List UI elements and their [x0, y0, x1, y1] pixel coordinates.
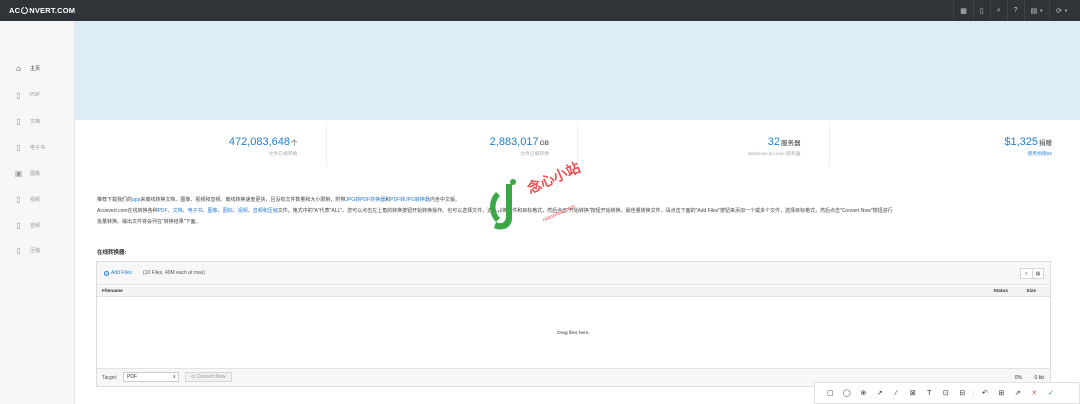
top-navigation-bar: AC NVERT.COM ▦ ▯ ⌕ ? ▤ ▼ ⟳ ▼: [0, 0, 1080, 21]
convert-now-button[interactable]: ⊙ Convert Now: [185, 372, 232, 382]
grid-icon[interactable]: ▦: [953, 0, 973, 21]
bookmark-icon[interactable]: ▯: [972, 0, 990, 21]
ellipse-tool-icon[interactable]: ◯: [839, 389, 856, 397]
pdf-to-jpg-link[interactable]: PDF转JPG转换器: [390, 197, 430, 203]
logo-text-right: NVERT.COM: [29, 6, 76, 15]
pen-tool-icon[interactable]: ⁄: [888, 390, 905, 397]
site-logo[interactable]: AC NVERT.COM: [0, 6, 75, 15]
home-icon: ⌂: [16, 63, 21, 73]
video-link[interactable]: 视频: [238, 208, 248, 214]
image-link[interactable]: 图像: [208, 208, 218, 214]
crop-tool-icon[interactable]: ⊟: [954, 389, 971, 397]
grid-view-icon[interactable]: ▦: [1032, 269, 1043, 278]
total-size: 0 kb: [1034, 375, 1044, 381]
converter-title: 在线转换器:: [97, 250, 127, 256]
pdf-link[interactable]: PDF: [158, 208, 168, 214]
save-icon[interactable]: ⊞: [993, 389, 1010, 397]
target-format-select[interactable]: PDF ⬍: [123, 372, 179, 382]
language-icon[interactable]: ▤ ▼: [1023, 0, 1050, 21]
watermark-logo-icon: [490, 179, 516, 230]
document-icon: ▯: [16, 116, 21, 126]
document-link[interactable]: 文档: [173, 208, 183, 214]
sidebar-item-video[interactable]: ▯ 视频: [0, 186, 75, 212]
target-label: Target:: [102, 375, 118, 381]
sidebar-item-audio[interactable]: ▯ 音频: [0, 212, 75, 238]
share-icon[interactable]: ⇗: [1010, 389, 1027, 397]
sidebar-item-archive[interactable]: ▯ 压缩: [0, 237, 75, 263]
image-icon: ▣: [14, 168, 23, 178]
column-size: Size: [1026, 289, 1036, 294]
rectangle-tool-icon[interactable]: ▢: [822, 389, 839, 397]
column-status: Status: [993, 289, 1008, 294]
archive-icon: ▯: [16, 245, 21, 255]
add-files-hint: (10 Files, 40M each at max): [143, 270, 205, 276]
jpg-to-pdf-link[interactable]: JPG转PDF转换器: [345, 197, 385, 203]
audio-archive-link[interactable]: 音频和压缩: [253, 208, 278, 214]
list-view-icon[interactable]: ≡: [1021, 269, 1032, 278]
file-drop-zone[interactable]: Drag files here.: [97, 298, 1050, 369]
progress-percent: 0%: [1014, 375, 1022, 381]
converter-panel: + Add Files (10 Files, 40M each at max) ≡…: [96, 261, 1051, 387]
undo-icon[interactable]: ↶: [977, 389, 994, 397]
sidebar-item-image[interactable]: ▣ 图像: [0, 160, 75, 186]
converter-toolbar: + Add Files (10 Files, 40M each at max) ≡…: [97, 262, 1050, 285]
stat-donations[interactable]: $1,325捐赠 使用捐赠$5: [830, 123, 1080, 167]
audio-icon: ▯: [16, 220, 21, 230]
ebook-link[interactable]: 电子书: [188, 208, 203, 214]
logo-o-icon: [21, 6, 29, 14]
stat-files-converted: 472,083,648个 文件已被转换: [75, 123, 327, 167]
sidebar-item-home[interactable]: ⌂ 主页: [0, 55, 75, 81]
column-filename: Filename: [102, 289, 123, 294]
sidebar-item-document[interactable]: ▯ 文档: [0, 108, 75, 134]
search-icon[interactable]: ⌕: [989, 0, 1007, 21]
logo-text-left: AC: [9, 6, 21, 15]
file-table-header: Filename Status Size: [97, 286, 1050, 297]
top-icon-group: ▦ ▯ ⌕ ? ▤ ▼ ⟳ ▼: [953, 0, 1074, 21]
mosaic-tool-icon[interactable]: ⊠: [905, 389, 922, 397]
pin-tool-icon[interactable]: ⊡: [938, 389, 955, 397]
icon-link[interactable]: 图标: [223, 208, 233, 214]
select-arrow-icon: ⬍: [172, 374, 176, 379]
watermark: 念心小站 nianxinxz.com: [486, 159, 606, 254]
add-files-button[interactable]: + Add Files: [104, 270, 132, 276]
sidebar-item-pdf[interactable]: ▯ PDF: [0, 82, 75, 108]
view-toggle: ≡ ▦: [1020, 268, 1044, 279]
convert-icon: ⊙: [191, 374, 196, 380]
stats-row: 472,083,648个 文件已被转换 2,883,017GB 文件已被转换 3…: [75, 123, 1080, 167]
plus-icon: +: [104, 271, 109, 276]
video-icon: ▯: [16, 194, 21, 204]
banner-area: [75, 21, 1080, 120]
confirm-icon[interactable]: ✓: [1043, 389, 1060, 397]
help-icon[interactable]: ?: [1006, 0, 1024, 21]
refresh-icon[interactable]: ⟳ ▼: [1049, 0, 1074, 21]
annotation-toolbar: ▢ ◯ ⊕ ↗ ⁄ ⊠ T ⊡ ⊟ | ↶ ⊞ ⇗ ✕ ✓: [814, 382, 1080, 404]
text-tool-icon[interactable]: T: [921, 390, 938, 397]
stat-servers: 32服务器 Windows & Linux 服务器: [578, 123, 830, 167]
pdf-file-icon: ▯: [16, 90, 21, 100]
stat-data-converted: 2,883,017GB 文件已被转换: [327, 123, 578, 167]
arrow-tool-icon[interactable]: ↗: [872, 389, 889, 397]
sidebar-item-ebook[interactable]: ▯ 电子书: [0, 134, 75, 160]
close-icon[interactable]: ✕: [1026, 389, 1043, 397]
ebook-icon: ▯: [16, 142, 21, 152]
sidebar: ⌂ 主页 ▯ PDF ▯ 文档 ▯ 电子书 ▣ 图像 ▯ 视频 ▯ 音频 ▯ 压缩: [0, 21, 75, 404]
target-tool-icon[interactable]: ⊕: [855, 389, 872, 397]
